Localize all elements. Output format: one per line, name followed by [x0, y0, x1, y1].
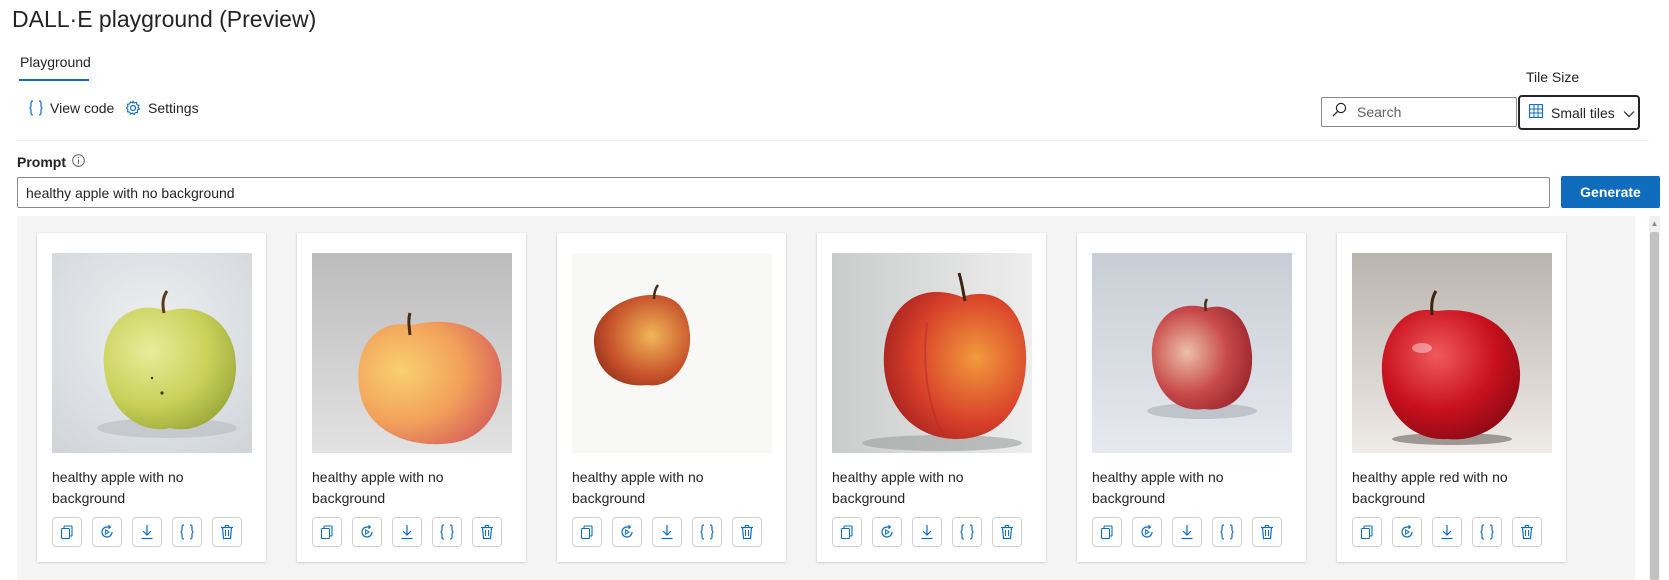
regenerate-icon[interactable]	[1392, 517, 1422, 547]
info-icon[interactable]	[72, 154, 85, 170]
view-code-button[interactable]: View code	[29, 98, 114, 118]
image-card[interactable]: healthy apple with no background	[557, 233, 786, 562]
page-title: DALL·E playground (Preview)	[12, 6, 317, 32]
tab-playground[interactable]: Playground	[20, 54, 91, 70]
card-actions	[52, 517, 242, 547]
regenerate-icon[interactable]	[92, 517, 122, 547]
settings-label: Settings	[148, 100, 199, 116]
image-card[interactable]: healthy apple with no background	[37, 233, 266, 562]
tile-size-dropdown[interactable]: Small tiles	[1518, 95, 1640, 130]
curly-braces-icon[interactable]	[172, 517, 202, 547]
card-actions	[1352, 517, 1542, 547]
download-icon[interactable]	[392, 517, 422, 547]
trash-icon[interactable]	[472, 517, 502, 547]
image-caption: healthy apple with no background	[1092, 469, 1224, 506]
card-actions	[312, 517, 502, 547]
copy-icon[interactable]	[832, 517, 862, 547]
curly-braces-icon[interactable]	[952, 517, 982, 547]
trash-icon[interactable]	[992, 517, 1022, 547]
regenerate-icon[interactable]	[872, 517, 902, 547]
scroll-up-icon[interactable]: ▲	[1649, 219, 1660, 229]
image-caption: healthy apple with no background	[832, 469, 964, 506]
regenerate-icon[interactable]	[352, 517, 382, 547]
trash-icon[interactable]	[732, 517, 762, 547]
copy-icon[interactable]	[572, 517, 602, 547]
curly-braces-icon[interactable]	[692, 517, 722, 547]
chevron-down-icon	[1623, 105, 1635, 121]
trash-icon[interactable]	[1512, 517, 1542, 547]
image-card[interactable]: healthy apple with no background	[1077, 233, 1306, 562]
scrollbar-thumb[interactable]	[1650, 232, 1659, 580]
download-icon[interactable]	[132, 517, 162, 547]
apple-image[interactable]	[312, 253, 512, 453]
apple-image[interactable]	[1092, 253, 1292, 453]
regenerate-icon[interactable]	[612, 517, 642, 547]
gallery-scrollbar[interactable]: ▲	[1649, 216, 1660, 580]
curly-braces-icon[interactable]	[432, 517, 462, 547]
trash-icon[interactable]	[1252, 517, 1282, 547]
copy-icon[interactable]	[1092, 517, 1122, 547]
search-input[interactable]	[1355, 103, 1499, 121]
copy-icon[interactable]	[1352, 517, 1382, 547]
download-icon[interactable]	[1172, 517, 1202, 547]
apple-image[interactable]	[1352, 253, 1552, 453]
card-actions	[832, 517, 1022, 547]
copy-icon[interactable]	[312, 517, 342, 547]
tile-size-label: Tile Size	[1526, 69, 1580, 85]
image-card[interactable]: healthy apple with no background	[817, 233, 1046, 562]
tab-selected-indicator	[19, 79, 89, 81]
magnifier-icon	[1332, 102, 1347, 122]
image-card[interactable]: healthy apple with no background	[297, 233, 526, 562]
prompt-label-row: Prompt	[17, 154, 85, 170]
view-code-label: View code	[50, 100, 115, 116]
settings-button[interactable]: Settings	[125, 98, 199, 118]
grid-icon	[1529, 104, 1543, 121]
download-icon[interactable]	[1432, 517, 1462, 547]
download-icon[interactable]	[652, 517, 682, 547]
apple-image[interactable]	[832, 253, 1032, 453]
gear-icon	[125, 100, 141, 116]
image-caption: healthy apple with no background	[52, 469, 184, 506]
prompt-input[interactable]	[17, 177, 1550, 208]
tile-size-value: Small tiles	[1551, 104, 1615, 121]
image-caption: healthy apple with no background	[572, 469, 704, 506]
trash-icon[interactable]	[212, 517, 242, 547]
toolbar-divider	[17, 140, 1649, 141]
prompt-label: Prompt	[17, 154, 66, 170]
card-actions	[572, 517, 762, 547]
card-actions	[1092, 517, 1282, 547]
curly-braces-icon	[29, 100, 43, 116]
copy-icon[interactable]	[52, 517, 82, 547]
image-caption: healthy apple with no background	[312, 469, 444, 506]
apple-image[interactable]	[52, 253, 252, 453]
search-box[interactable]	[1321, 97, 1517, 127]
image-card[interactable]: healthy apple red with no background	[1337, 233, 1566, 562]
image-caption: healthy apple red with no background	[1352, 469, 1508, 506]
curly-braces-icon[interactable]	[1472, 517, 1502, 547]
generate-button[interactable]: Generate	[1561, 176, 1660, 208]
curly-braces-icon[interactable]	[1212, 517, 1242, 547]
regenerate-icon[interactable]	[1132, 517, 1162, 547]
download-icon[interactable]	[912, 517, 942, 547]
apple-image[interactable]	[572, 253, 772, 453]
